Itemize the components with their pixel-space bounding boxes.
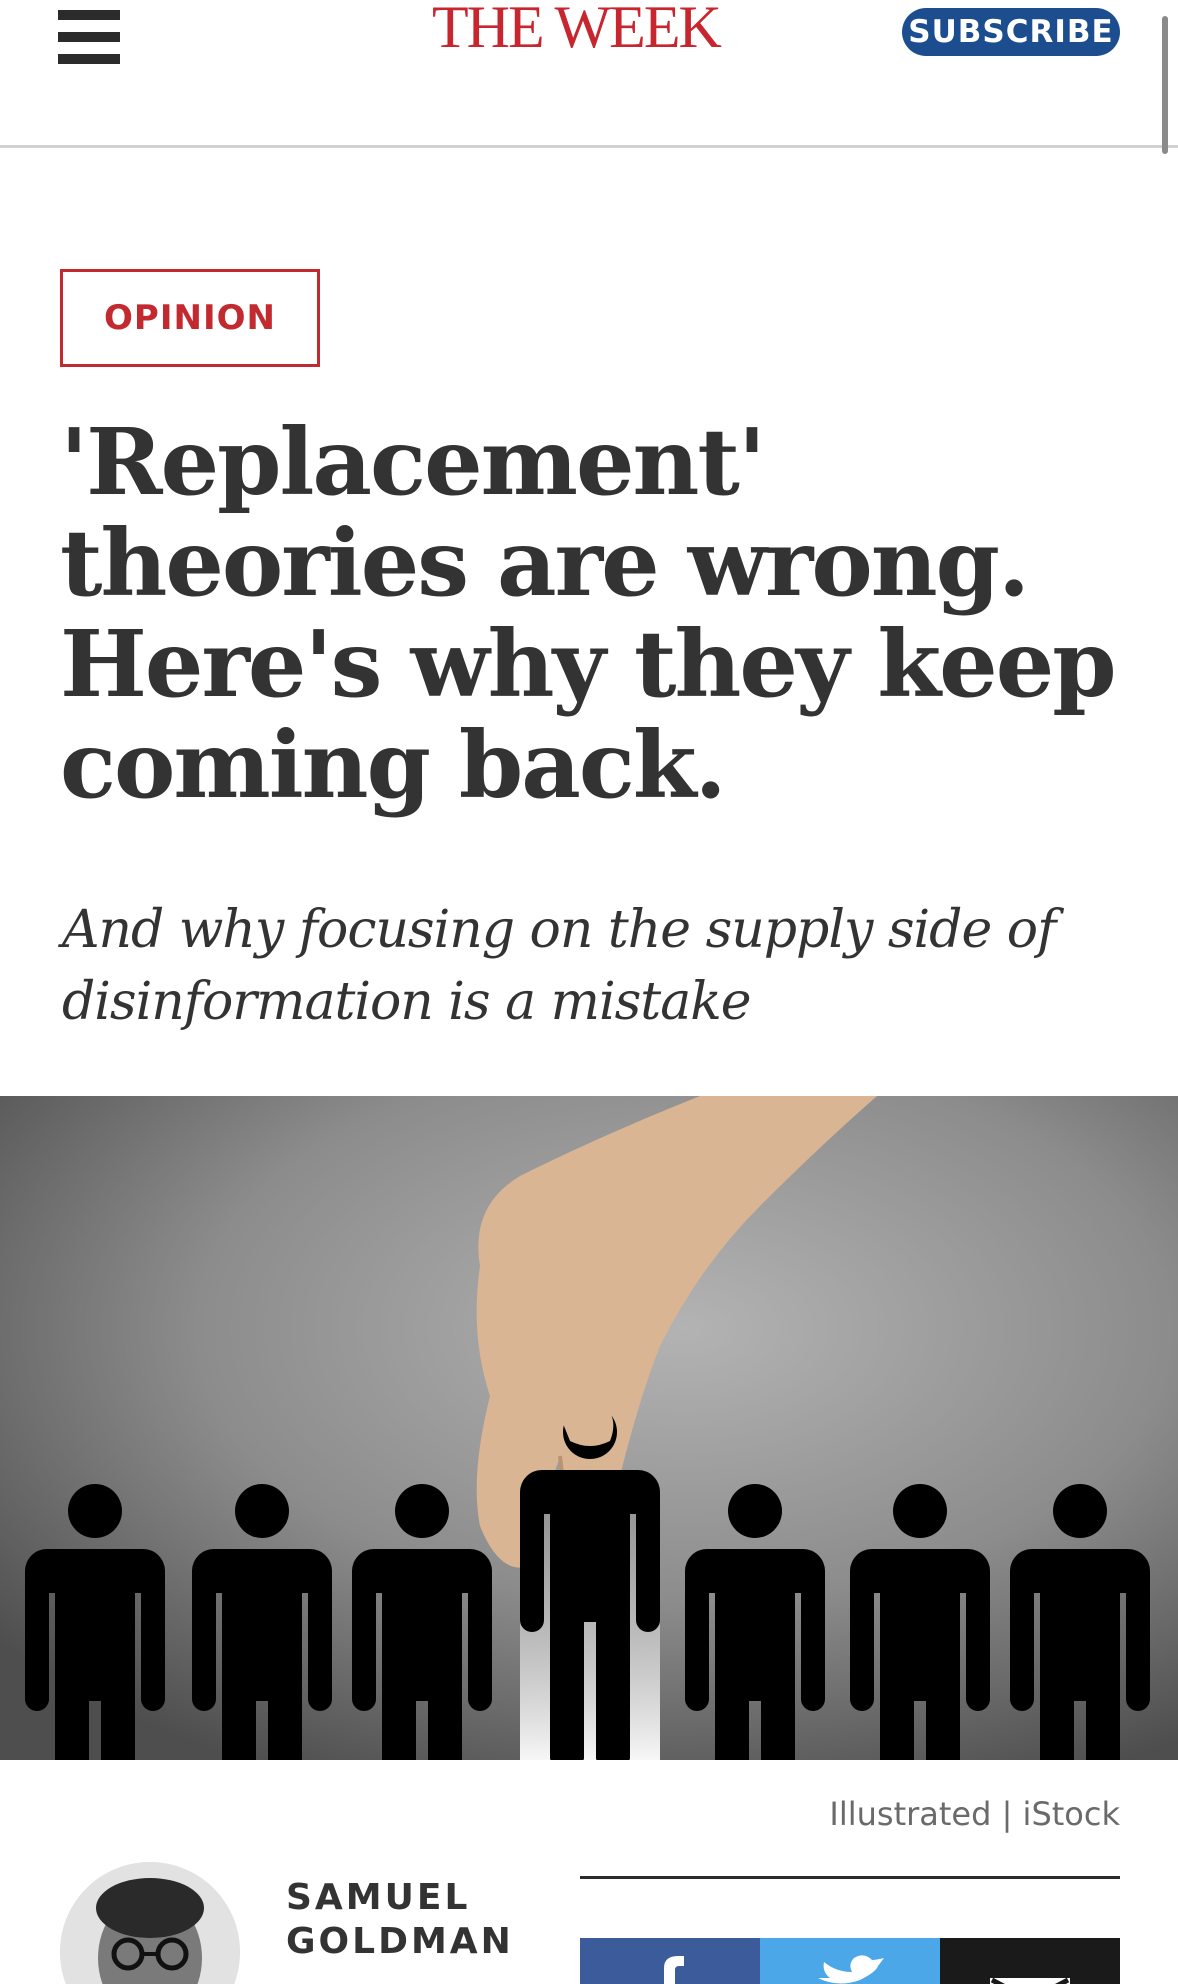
headline-line: theories are wrong.	[60, 509, 1030, 617]
email-icon	[990, 1977, 1070, 1984]
headline-line: 'Replacement'	[60, 408, 766, 516]
author-name-line: SAMUEL	[286, 1877, 471, 1918]
headline-line: coming back.	[60, 711, 727, 819]
author-name[interactable]: SAMUEL GOLDMAN	[286, 1876, 586, 1964]
facebook-icon	[664, 1956, 684, 1984]
author-name-line: GOLDMAN	[286, 1921, 514, 1962]
twitter-share-button[interactable]	[760, 1938, 940, 1984]
site-header: THE WEEK SUBSCRIBE	[0, 0, 1178, 148]
scrollbar-thumb[interactable]	[1162, 16, 1168, 154]
headline-line: Here's why they keep	[60, 610, 1117, 718]
email-share-button[interactable]	[940, 1938, 1120, 1984]
article-headline: 'Replacement' theories are wrong. Here's…	[60, 412, 1130, 816]
site-logo[interactable]: THE WEEK	[432, 0, 744, 60]
category-tag[interactable]: OPINION	[60, 269, 320, 367]
image-credit: Illustrated | iStock	[829, 1795, 1120, 1833]
subheadline-line: disinformation is a mistake	[62, 972, 751, 1032]
article-subheadline: And why focusing on the supply side of d…	[62, 894, 1122, 1038]
twitter-icon	[818, 1955, 884, 1984]
author-avatar[interactable]	[60, 1862, 240, 1984]
hamburger-menu-icon[interactable]	[58, 10, 122, 64]
subscribe-button[interactable]: SUBSCRIBE	[902, 8, 1120, 56]
hero-image	[0, 1096, 1178, 1760]
share-divider	[580, 1876, 1120, 1879]
subheadline-line: And why focusing on the supply side of	[62, 900, 1056, 960]
facebook-share-button[interactable]	[580, 1938, 760, 1984]
